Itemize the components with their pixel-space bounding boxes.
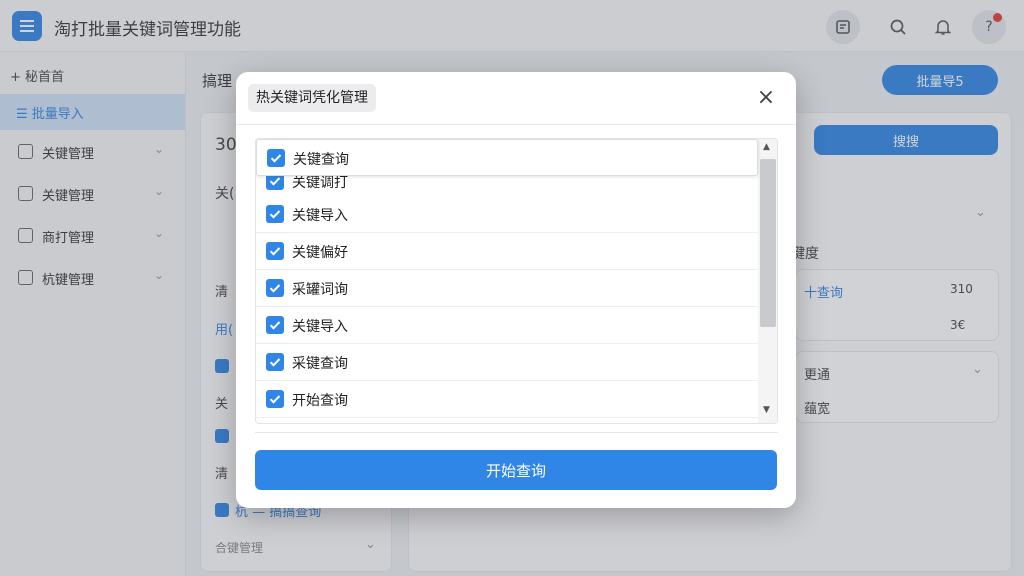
list-item[interactable]: 关键查询: [256, 139, 758, 176]
check-icon[interactable]: [266, 390, 284, 408]
modal-title: 热关键词凭化管理: [248, 84, 376, 112]
chevron-up-icon[interactable]: ▲: [763, 142, 770, 152]
list-item-label: 关键导入: [292, 208, 348, 224]
list-item-label: 关键导入: [292, 319, 348, 335]
close-icon[interactable]: ×: [752, 84, 780, 112]
list-item-label: 采键查询: [292, 356, 348, 372]
start-query-button[interactable]: 开始查询: [255, 450, 777, 490]
check-icon[interactable]: [267, 149, 285, 167]
divider: [255, 432, 778, 433]
list-item-label: 采罐词询: [292, 282, 348, 298]
list-item[interactable]: 关键偏好: [256, 233, 758, 270]
check-icon[interactable]: [266, 279, 284, 297]
divider: [236, 124, 796, 125]
list-item-label: 关键查询: [293, 152, 349, 168]
check-icon[interactable]: [266, 205, 284, 223]
list-item-label: 开始查询: [292, 393, 348, 409]
list-item[interactable]: 采罐词询: [256, 270, 758, 307]
scrollbar[interactable]: ▲ ▼: [758, 139, 777, 423]
check-icon[interactable]: [266, 242, 284, 260]
check-icon[interactable]: [266, 353, 284, 371]
list-item[interactable]: 关键导入: [256, 196, 758, 233]
scrollbar-thumb[interactable]: [760, 159, 776, 327]
list-item[interactable]: 关键导入: [256, 307, 758, 344]
keyword-modal: 热关键词凭化管理 × 关键查询 关键调打 关键导入 关键偏好 采罐词询 关键导入: [236, 72, 796, 508]
list-item[interactable]: 采键查询: [256, 344, 758, 381]
list-item[interactable]: 开始查询: [256, 381, 758, 418]
keyword-list: 关键查询 关键调打 关键导入 关键偏好 采罐词询 关键导入 采键查询 开始查询: [255, 138, 778, 424]
list-item-label: 关键偏好: [292, 245, 348, 261]
chevron-down-icon[interactable]: ▼: [763, 405, 770, 415]
check-icon[interactable]: [266, 316, 284, 334]
